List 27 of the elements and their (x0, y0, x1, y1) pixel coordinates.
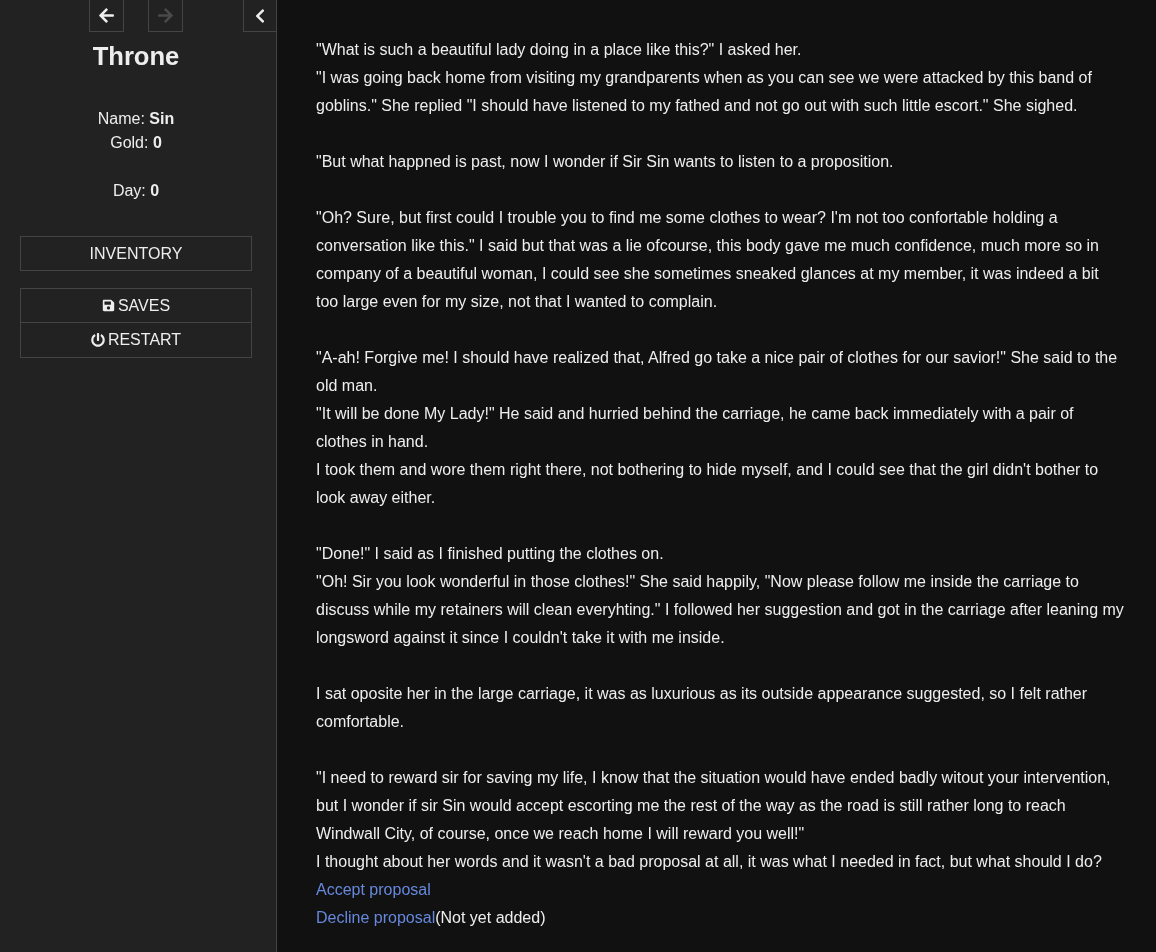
choice-link[interactable]: Accept proposal (316, 881, 431, 898)
player-stat: Day: 0 (112, 181, 160, 201)
passage-text: "Oh? Sure, but first could I trouble you to find me some clothes to wear? I'm not too confortable holding a conversation like this." I said but that was a lie ofcourse, this body gave me much confidence, much more so in company of a beautiful woman, I could see she sometimes sneaked glances at my member, it was indeed a bit too large even for my size, not that I wanted to complain. (316, 208, 1100, 312)
story-title: Throne (91, 41, 181, 72)
passage-text: "What is such a beautiful lady doing in a place like this?" I asked her. (316, 40, 803, 60)
passage-text: "It will be done My Lady!" He said and hurried behind the carriage, he came back immediately with a pair of clothes in hand. (316, 404, 1075, 452)
passage-text: "Oh! Sir you look wonderful in those clothes!" She said happily, "Now please follow me inside the carriage to discuss while my retainers will clean everyhting." I followed her suggestion and got in the carriage after leaning my longsword against it since I couldn't take it with me inside. (316, 572, 1125, 648)
saves-button[interactable]: SAVES (20, 288, 252, 323)
choice-link[interactable]: Decline proposal (316, 909, 436, 926)
passage-text: I thought about her words and it wasn't a bad proposal at all, it was what I needed in fact, but what should I do? (316, 852, 1103, 872)
passage-text: "I need to reward sir for saving my life, I know that the situation would have ended badly witout your intervention, but I wonder if sir Sin would accept escorting me the rest of the way as the road is still rather long to reach Windwall City, of course, once we reach home I will reward you well!" (316, 768, 1112, 844)
inventory-button[interactable]: INVENTORY (20, 236, 252, 271)
restart-button[interactable]: RESTART (20, 323, 252, 358)
passage-text: "Done!" I said as I finished putting the clothes on. (316, 544, 665, 564)
back-button[interactable] (89, 0, 124, 32)
player-stat: Name: Sin (97, 109, 175, 129)
power-icon (90, 333, 105, 347)
passage-text: "I was going back home from visiting my grandparents when as you can see we were attacked by this band of goblins." She replied "I should have listened to my fathed and not go out with such little escort." She sighed. (316, 68, 1093, 116)
collapse-sidebar-button[interactable] (243, 0, 276, 32)
arrow-left-icon (98, 7, 115, 24)
passage-text: "But what happned is past, now I wonder if Sir Sin wants to listen to a proposition. (316, 152, 895, 172)
arrow-right-icon (157, 7, 174, 24)
passage-text: I took them and wore them right there, not bothering to hide myself, and I could see that the girl didn't bother to look away either. (316, 460, 1100, 508)
passage-text: "A-ah! Forgive me! I should have realized that, Alfred go take a nice pair of clothes for our savior!" She said to the old man. (316, 348, 1119, 396)
passage-text: I sat oposite her in the large carriage, it was as luxurious as its outside appearance suggested, so I felt rather comfortable. (316, 684, 1089, 732)
choice-note: (Not yet added) (435, 909, 546, 926)
player-stat: Gold: 0 (110, 133, 162, 153)
